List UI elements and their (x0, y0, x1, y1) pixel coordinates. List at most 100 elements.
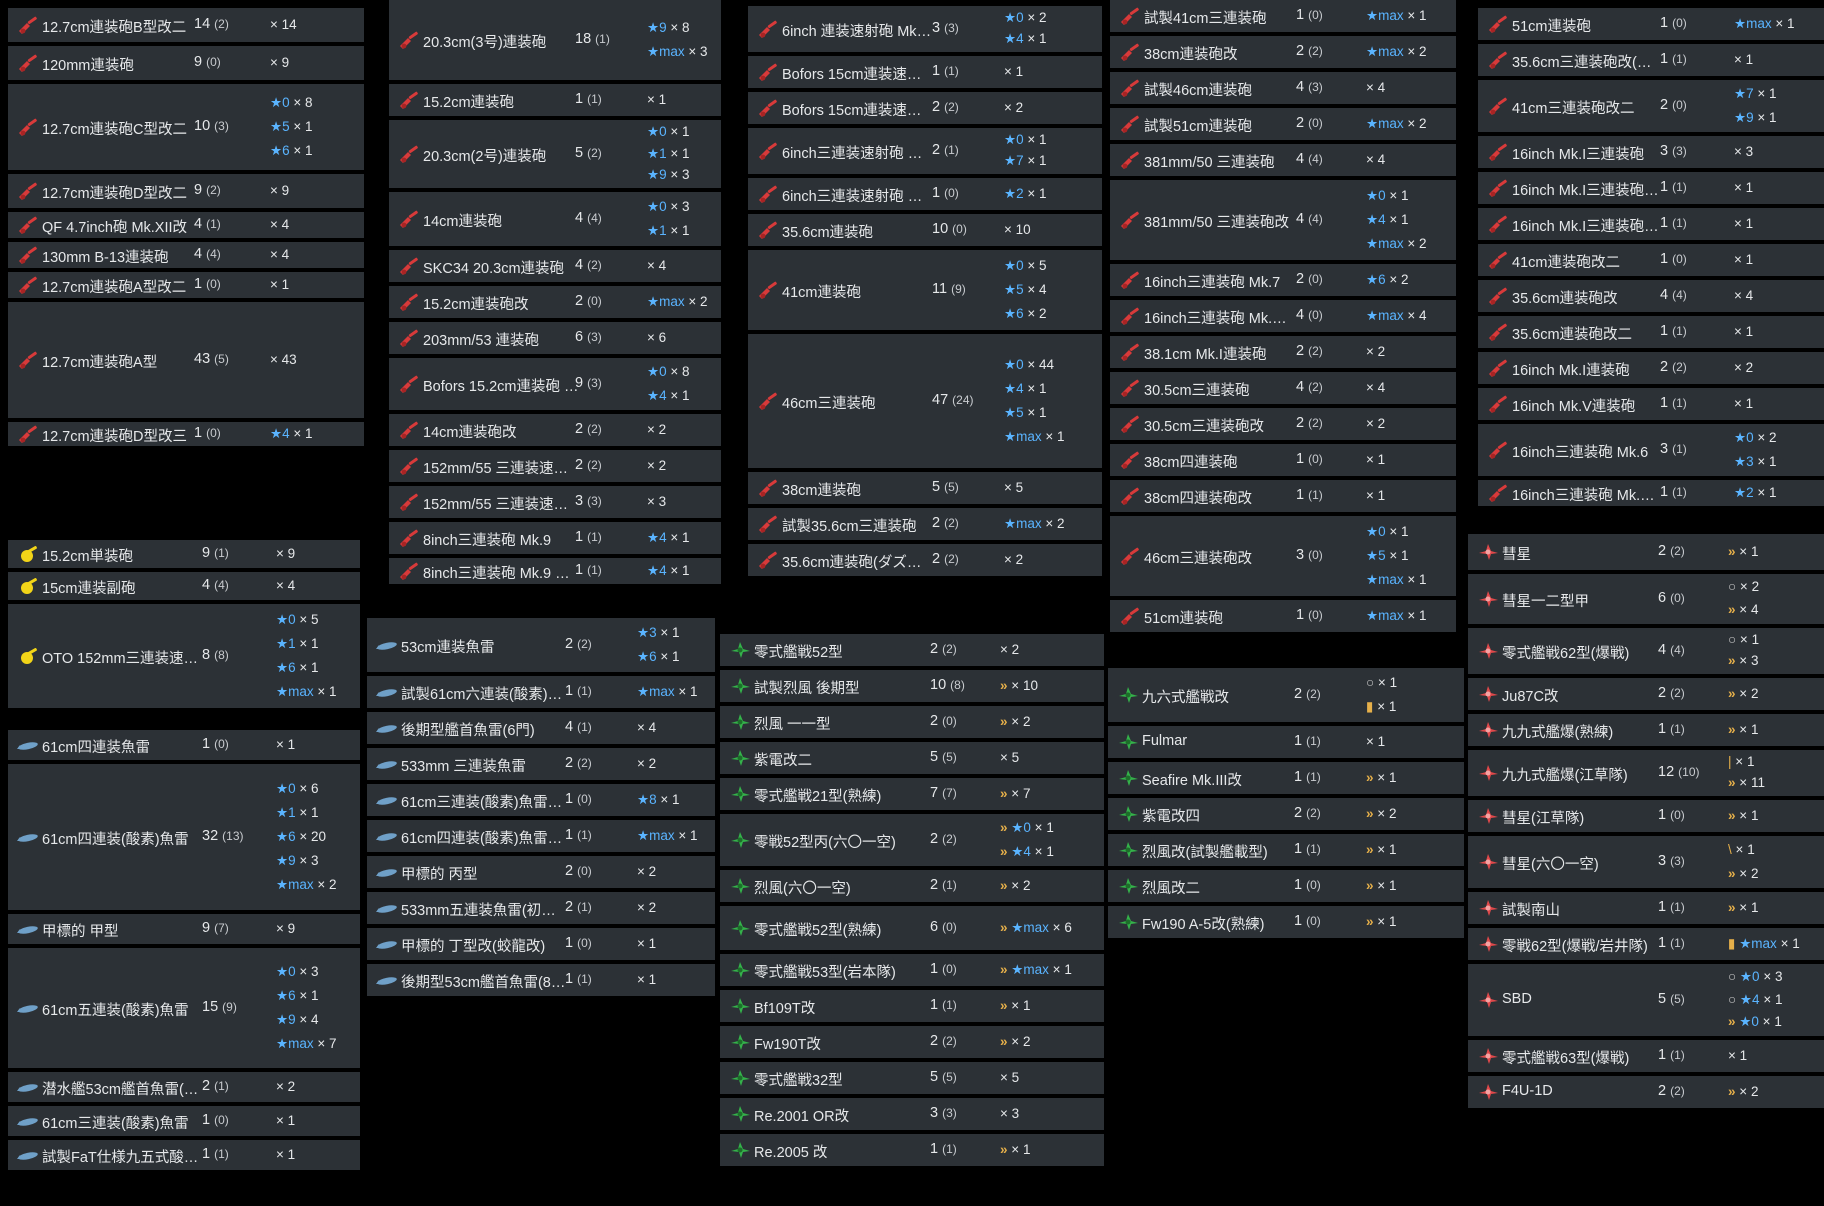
equipment-row[interactable]: 41cm連装砲 11 (9) ★0 × 5 ★5 × 4 ★6 × 2 (748, 250, 1102, 330)
equipment-row[interactable]: 38cm連装砲 5 (5) × 5 (748, 472, 1102, 504)
equipment-row[interactable]: Re.2001 OR改 3 (3) × 3 (720, 1098, 1104, 1130)
equipment-row[interactable]: 烈風改二 1 (0) » × 1 (1108, 870, 1464, 902)
equipment-row[interactable]: Bofors 15.2cm連装砲 Model 19309 (3) ★0 × 8 ★4… (389, 358, 721, 410)
equipment-row[interactable]: 零式艦戦62型(爆戦) 4 (4) ○ × 1 » × 3 (1468, 628, 1824, 674)
equipment-row[interactable]: 8inch三連装砲 Mk.9 mod.2 1 (1) ★4 × 1 (389, 558, 721, 584)
equipment-row[interactable]: 零式艦戦32型 5 (5) × 5 (720, 1062, 1104, 1094)
equipment-row[interactable]: 20.3cm(3号)連装砲 18 (1) ★9 × 8 ★max × 3 (389, 0, 721, 80)
equipment-row[interactable]: 16inch Mk.I三連装砲+AFCT改1 (1) × 1 (1478, 172, 1824, 204)
equipment-row[interactable]: 6inch三連装速射砲 Mk.16 2 (1) ★0 × 1 ★7 × 1 (748, 128, 1102, 174)
equipment-row[interactable]: 12.7cm連装砲A型改二 1 (0) × 1 (8, 272, 364, 298)
equipment-row[interactable]: Bofors 15cm連装速射砲 Mk.9 Model 19381 (1) × 1 (748, 56, 1102, 88)
equipment-row[interactable]: 38cm四連装砲改 1 (1) × 1 (1110, 480, 1456, 512)
equipment-row[interactable]: 彗星一二型甲 6 (0) ○ × 2 » × 4 (1468, 574, 1824, 624)
equipment-row[interactable]: 試製FaT仕様九五式酸素魚雷改1 (1) × 1 (8, 1140, 360, 1170)
equipment-row[interactable]: 試製41cm三連装砲 1 (0) ★max × 1 (1110, 0, 1456, 32)
equipment-row[interactable]: 41cm三連装砲改二 2 (0) ★7 × 1 ★9 × 1 (1478, 80, 1824, 132)
equipment-row[interactable]: 彗星(江草隊) 1 (0) » × 1 (1468, 800, 1824, 832)
equipment-row[interactable]: 51cm連装砲 1 (0) ★max × 1 (1478, 8, 1824, 40)
equipment-row[interactable]: 16inch Mk.I三連装砲 3 (3) × 3 (1478, 136, 1824, 168)
equipment-row[interactable]: 8inch三連装砲 Mk.9 1 (1) ★4 × 1 (389, 522, 721, 554)
equipment-row[interactable]: 12.7cm連装砲B型改二 14 (2) × 14 (8, 8, 364, 42)
equipment-row[interactable]: 潜水艦53cm艦首魚雷(8門) 2 (1) × 2 (8, 1072, 360, 1102)
equipment-row[interactable]: 零式艦戦53型(岩本隊) 1 (0) » ★max × 1 (720, 954, 1104, 986)
equipment-row[interactable]: SKC34 20.3cm連装砲 4 (2) × 4 (389, 250, 721, 282)
equipment-row[interactable]: Seafire Mk.III改 1 (1) » × 1 (1108, 762, 1464, 794)
equipment-row[interactable]: 61cm三連装(酸素)魚雷後期型1 (0) ★8 × 1 (367, 784, 715, 816)
equipment-row[interactable]: 61cm五連装(酸素)魚雷 15 (9) ★0 × 3 ★6 × 1 ★9 × 4 ★ma… (8, 948, 360, 1068)
equipment-row[interactable]: 甲標的 丁型改(蛟龍改) 1 (0) × 1 (367, 928, 715, 960)
equipment-row[interactable]: 12.7cm連装砲D型改二 9 (2) × 9 (8, 174, 364, 208)
equipment-row[interactable]: Fulmar 1 (1) × 1 (1108, 726, 1464, 758)
equipment-row[interactable]: 零式艦戦21型(熟練) 7 (7) » × 7 (720, 778, 1104, 810)
equipment-row[interactable]: 試製61cm六連装(酸素)魚雷 1 (1) ★max × 1 (367, 676, 715, 708)
equipment-row[interactable]: 試製南山 1 (1) » × 1 (1468, 892, 1824, 924)
equipment-row[interactable]: 15.2cm連装砲改 2 (0) ★max × 2 (389, 286, 721, 318)
equipment-row[interactable]: 14cm連装砲改 2 (2) × 2 (389, 414, 721, 446)
equipment-row[interactable]: 16inch三連装砲 Mk.6 mod.21 (1) ★2 × 1 (1478, 480, 1824, 506)
equipment-row[interactable]: 130mm B-13連装砲 4 (4) × 4 (8, 242, 364, 268)
equipment-row[interactable]: 烈風改(試製艦載型) 1 (1) » × 1 (1108, 834, 1464, 866)
equipment-row[interactable]: 15.2cm単装砲 9 (1) × 9 (8, 540, 360, 568)
equipment-row[interactable]: 零式艦戦63型(爆戦) 1 (1) × 1 (1468, 1040, 1824, 1072)
equipment-row[interactable]: 零戦52型丙(六〇一空) 2 (2) » ★0 × 1 » ★4 × 1 (720, 814, 1104, 866)
equipment-row[interactable]: Fw190 A-5改(熟練) 1 (0) » × 1 (1108, 906, 1464, 938)
equipment-row[interactable]: 38cm連装砲改 2 (2) ★max × 2 (1110, 36, 1456, 68)
equipment-row[interactable]: 九九式艦爆(熟練) 1 (1) » × 1 (1468, 714, 1824, 746)
equipment-row[interactable]: 12.7cm連装砲A型 43 (5) × 43 (8, 302, 364, 418)
equipment-row[interactable]: 35.6cm連装砲改 4 (4) × 4 (1478, 280, 1824, 312)
equipment-row[interactable]: 12.7cm連装砲C型改二 10 (3) ★0 × 8 ★5 × 1 ★6 × 1 (8, 84, 364, 170)
equipment-row[interactable]: 試製51cm連装砲 2 (0) ★max × 2 (1110, 108, 1456, 140)
equipment-row[interactable]: 彗星 2 (2) » × 1 (1468, 534, 1824, 570)
equipment-row[interactable]: 61cm四連装魚雷 1 (0) × 1 (8, 730, 360, 760)
equipment-row[interactable]: 試製46cm連装砲 4 (3) × 4 (1110, 72, 1456, 104)
equipment-row[interactable]: 35.6cm連装砲改二 1 (1) × 1 (1478, 316, 1824, 348)
equipment-row[interactable]: 6inch 連装速射砲 Mk.XXI 3 (3) ★0 × 2 ★4 × 1 (748, 6, 1102, 52)
equipment-row[interactable]: 152mm/55 三連装速射砲改 3 (3) × 3 (389, 486, 721, 518)
equipment-row[interactable]: 彗星(六〇一空) 3 (3) \ × 1 » × 2 (1468, 836, 1824, 888)
equipment-row[interactable]: 15cm連装副砲 4 (4) × 4 (8, 572, 360, 600)
equipment-row[interactable]: 12.7cm連装砲D型改三 1 (0) ★4 × 1 (8, 422, 364, 446)
equipment-row[interactable]: 152mm/55 三連装速射砲 2 (2) × 2 (389, 450, 721, 482)
equipment-row[interactable]: 30.5cm三連装砲 4 (2) × 4 (1110, 372, 1456, 404)
equipment-row[interactable]: SBD 5 (5) ○ ★0 × 3 ○ ★4 × 1 » ★0 × 1 (1468, 964, 1824, 1036)
equipment-row[interactable]: 紫電改二 5 (5) × 5 (720, 742, 1104, 774)
equipment-row[interactable]: 16inch三連装砲 Mk.6 3 (1) ★0 × 2 ★3 × 1 (1478, 424, 1824, 476)
equipment-row[interactable]: F4U-1D 2 (2) » × 2 (1468, 1076, 1824, 1108)
equipment-row[interactable]: 41cm連装砲改二 1 (0) × 1 (1478, 244, 1824, 276)
equipment-row[interactable]: 6inch三連装速射砲 Mk.16 mod.21 (0) ★2 × 1 (748, 178, 1102, 210)
equipment-row[interactable]: Fw190T改 2 (2) » × 2 (720, 1026, 1104, 1058)
equipment-row[interactable]: 381mm/50 三連装砲 4 (4) × 4 (1110, 144, 1456, 176)
equipment-row[interactable]: 61cm四連装(酸素)魚雷 32 (13) ★0 × 6 ★1 × 1 ★6 × 20 ★… (8, 764, 360, 910)
equipment-row[interactable]: 紫電改四 2 (2) » × 2 (1108, 798, 1464, 830)
equipment-row[interactable]: Bf109T改 1 (1) » × 1 (720, 990, 1104, 1022)
equipment-row[interactable]: 16inch Mk.I三連装砲改+FCR type2841 (1) × 1 (1478, 208, 1824, 240)
equipment-row[interactable]: Bofors 15cm連装速射砲 Mk.9改+単装速射砲 Mk.10改 Mode… (748, 92, 1102, 124)
equipment-row[interactable]: Re.2005 改 1 (1) » × 1 (720, 1134, 1104, 1166)
equipment-row[interactable]: 試製烈風 後期型 10 (8) » × 10 (720, 670, 1104, 702)
equipment-row[interactable]: 46cm三連装砲 47 (24) ★0 × 44 ★4 × 1 ★5 × 1 ★max ×… (748, 334, 1102, 468)
equipment-row[interactable]: 九九式艦爆(江草隊) 12 (10) | × 1 » × 11 (1468, 750, 1824, 796)
equipment-row[interactable]: OTO 152mm三連装速射砲 8 (8) ★0 × 5 ★1 × 1 ★6 × 1 ★m… (8, 604, 360, 708)
equipment-row[interactable]: 203mm/53 連装砲 6 (3) × 6 (389, 322, 721, 354)
equipment-row[interactable]: 61cm四連装(酸素)魚雷後期型1 (1) ★max × 1 (367, 820, 715, 852)
equipment-row[interactable]: 61cm三連装(酸素)魚雷 1 (0) × 1 (8, 1106, 360, 1136)
equipment-row[interactable]: 38cm四連装砲 1 (0) × 1 (1110, 444, 1456, 476)
equipment-row[interactable]: 零式艦戦52型 2 (2) × 2 (720, 634, 1104, 666)
equipment-row[interactable]: 九六式艦戦改 2 (2) ○ × 1 ▮ × 1 (1108, 668, 1464, 722)
equipment-row[interactable]: 後期型53cm艦首魚雷(8門) 1 (1) × 1 (367, 964, 715, 996)
equipment-row[interactable]: 51cm連装砲 1 (0) ★max × 1 (1110, 600, 1456, 632)
equipment-row[interactable]: 試製35.6cm三連装砲 2 (2) ★max × 2 (748, 508, 1102, 540)
equipment-row[interactable]: 381mm/50 三連装砲改 4 (4) ★0 × 1 ★4 × 1 ★max × 2 (1110, 180, 1456, 260)
equipment-row[interactable]: 46cm三連装砲改 3 (0) ★0 × 1 ★5 × 1 ★max × 1 (1110, 516, 1456, 596)
equipment-row[interactable]: 14cm連装砲 4 (4) ★0 × 3 ★1 × 1 (389, 192, 721, 246)
equipment-row[interactable]: 120mm連装砲 9 (0) × 9 (8, 46, 364, 80)
equipment-row[interactable]: 15.2cm連装砲 1 (1) × 1 (389, 84, 721, 116)
equipment-row[interactable]: 38.1cm Mk.I連装砲 2 (2) × 2 (1110, 336, 1456, 368)
equipment-row[interactable]: 零戦62型(爆戦/岩井隊) 1 (1) ▮ ★max × 1 (1468, 928, 1824, 960)
equipment-row[interactable]: 16inch Mk.I連装砲 2 (2) × 2 (1478, 352, 1824, 384)
equipment-row[interactable]: 烈風 一一型 2 (0) » × 2 (720, 706, 1104, 738)
equipment-row[interactable]: 35.6cm三連装砲改(ダズル迷彩仕様)1 (1) × 1 (1478, 44, 1824, 76)
equipment-row[interactable]: 16inch Mk.V連装砲 1 (1) × 1 (1478, 388, 1824, 420)
equipment-row[interactable]: 35.6cm連装砲 10 (0) × 10 (748, 214, 1102, 246)
